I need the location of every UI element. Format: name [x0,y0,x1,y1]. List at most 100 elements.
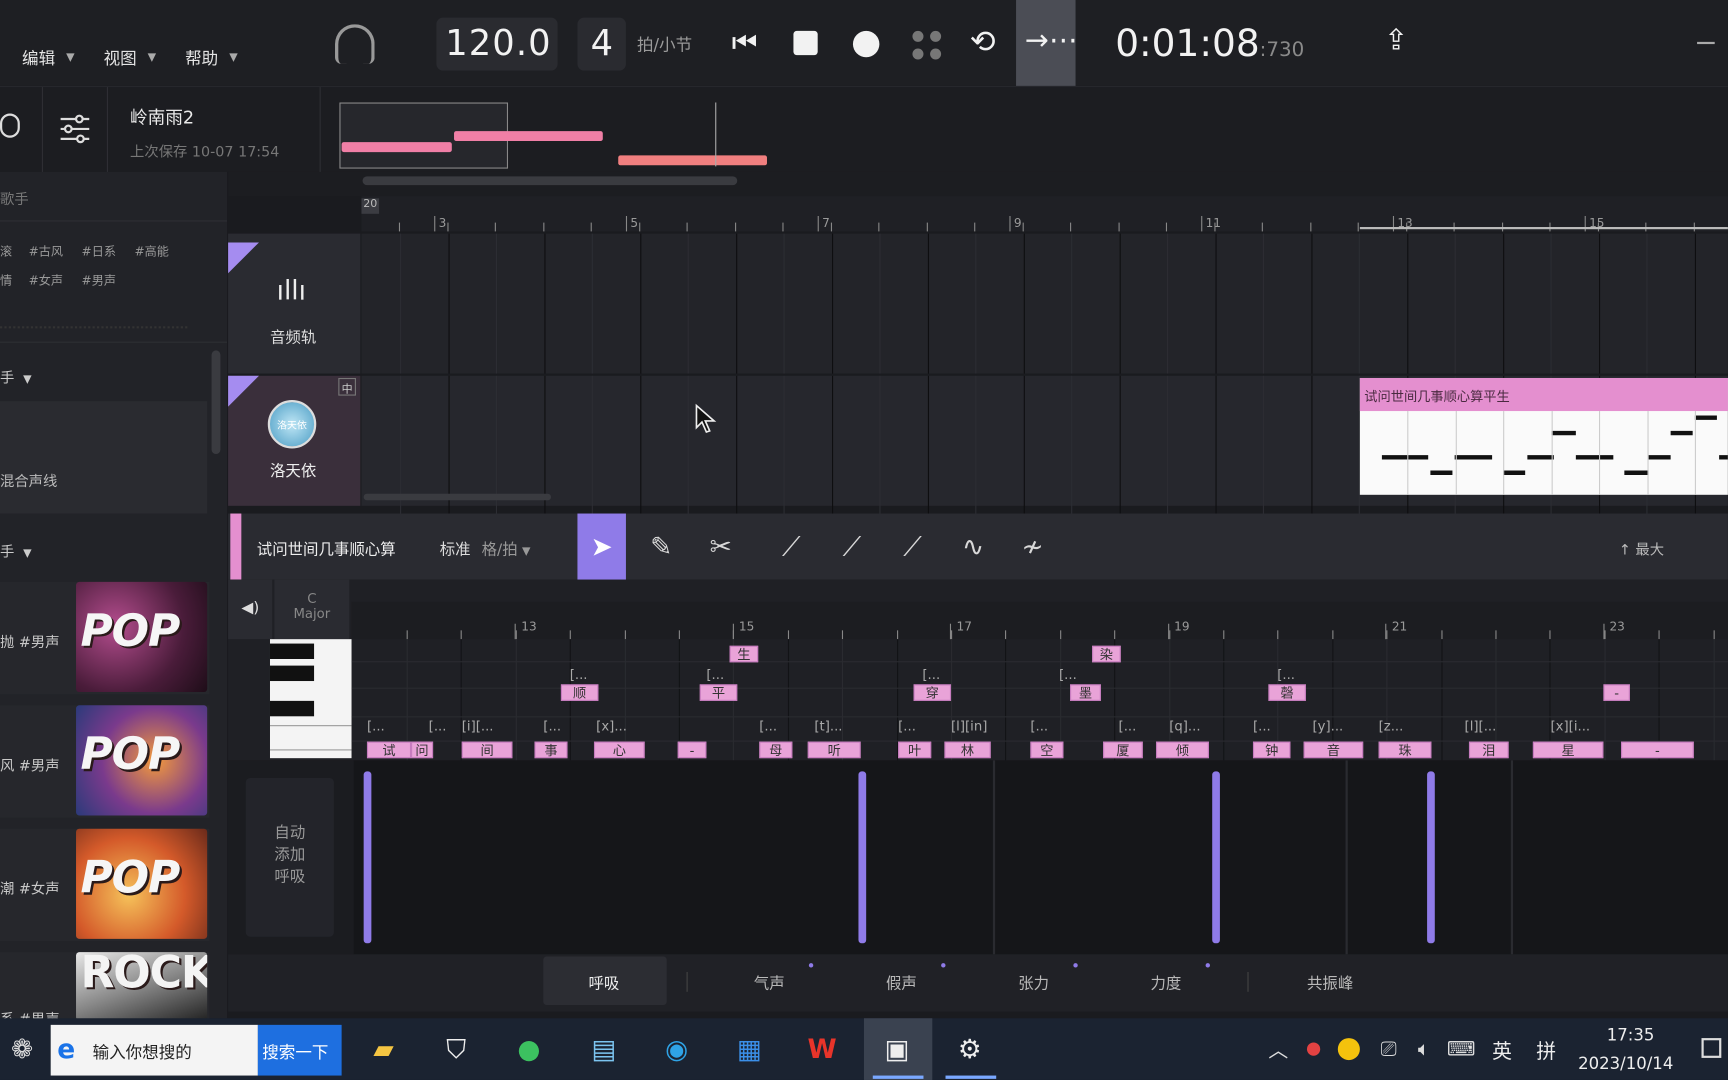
mix-voice-card[interactable]: 混合声线 [0,401,208,514]
note[interactable]: 泪 [1468,741,1509,759]
note[interactable]: 钟 [1252,741,1291,759]
note[interactable]: 穿 [913,684,952,701]
pencil-tool-icon[interactable]: ✎ [637,514,685,580]
timeline-ruler[interactable]: 20 3579111315 [361,196,1728,232]
clock-time[interactable]: 17:35 [1607,1025,1655,1045]
menu-view[interactable]: 视图 ▼ [104,46,157,69]
wps-icon[interactable]: W [800,1027,844,1071]
tag[interactable]: #高能 [134,242,168,260]
note[interactable]: 倾 [1155,741,1209,759]
transition-tool-icon[interactable]: ≁ [1008,514,1056,580]
singer-card[interactable]: 风 #男声 POP [0,705,210,818]
tab-energy[interactable]: 力度 [1150,972,1181,994]
tab-falsetto[interactable]: 假声 [886,972,917,994]
black-key[interactable] [269,700,315,717]
singer-card[interactable]: 抛 #男声 POP [0,581,210,695]
tag[interactable]: #古风 [29,242,63,260]
auto-breath-button[interactable]: 自动 添加 呼吸 [245,778,334,937]
vibrato-tool-icon[interactable]: ∿ [949,514,997,580]
menu-edit[interactable]: 编辑 ▼ [22,46,75,69]
singer-track-header[interactable]: 中 洛天依 洛天依 [228,375,361,506]
pitch-draw-tool-icon[interactable]: ⟋ [767,514,815,580]
edge-icon[interactable]: ◉ [655,1027,699,1071]
record-indicator-icon[interactable] [1306,1042,1321,1056]
metronome-dots-icon[interactable] [910,29,943,62]
start-icon[interactable]: ❁ [0,1027,44,1071]
note[interactable]: 事 [534,741,568,759]
breath-marker[interactable] [858,771,867,944]
pitch-eraser-tool-icon[interactable]: ⟋ [888,514,936,580]
file-explorer-icon[interactable]: ▰ [361,1027,405,1071]
notification-icon[interactable] [1701,1038,1722,1058]
search-button[interactable]: 搜索一下 [257,1024,342,1076]
note[interactable]: 生 [729,645,759,663]
note[interactable]: 叶 [898,741,932,759]
mode-select[interactable]: 标准 [440,538,471,560]
note[interactable]: 磬 [1268,684,1306,701]
note[interactable]: - [1603,684,1630,701]
tag[interactable]: #男声 [82,271,116,289]
tab-tension[interactable]: 张力 [1018,972,1049,994]
maximize-button[interactable]: ↑ 最大 [1619,538,1664,559]
mute-button[interactable]: ◀) [228,579,273,640]
piano-roll-ruler[interactable]: 13 15 17 19 21 23 [351,601,1728,640]
note[interactable]: 音 [1303,741,1364,759]
singer-card[interactable]: 潮 #女声 POP [0,828,210,942]
singer-card[interactable]: 系 #男声 ROCK [0,952,210,1028]
note[interactable]: 墨 [1070,684,1101,701]
breath-marker[interactable] [363,771,372,944]
note[interactable]: - [677,741,707,759]
key-scale-display[interactable]: C Major [274,579,350,640]
sidebar-scrollbar[interactable] [211,350,221,455]
black-key[interactable] [269,665,315,682]
tag[interactable]: 滚 [0,242,12,260]
vocal-clip[interactable]: 试问世间几事顺心算平生 [1359,377,1728,495]
tempo-box[interactable]: 120.0 [436,17,558,71]
game-icon[interactable]: ⚙ [948,1027,992,1071]
note[interactable]: 厦 [1103,741,1143,759]
black-key[interactable] [269,643,315,659]
beats-box[interactable]: 4 [577,17,626,71]
note[interactable]: 试 [366,741,412,759]
note[interactable]: 染 [1092,645,1121,663]
pitch-edit-tool-icon[interactable]: ⟋ [828,514,876,580]
tab-formant[interactable]: 共振峰 [1307,972,1353,994]
follow-playhead-button[interactable]: →⋯ [1016,0,1078,86]
folder-icon[interactable]: ▤ [582,1027,626,1071]
note[interactable]: 林 [944,741,991,759]
audio-track-header[interactable]: ıllı 音频轨 [228,233,361,374]
tray-expand-icon[interactable]: ︿ [1256,1027,1300,1071]
ime-language[interactable]: 英 [1492,1036,1512,1065]
track-scrollbar[interactable] [363,493,551,501]
grid-select[interactable]: 格/拍 ▼ [482,538,531,560]
minimize-icon[interactable] [1697,41,1715,45]
piano-keyboard[interactable] [269,639,352,759]
tab-airy[interactable]: 气声 [754,972,785,994]
note[interactable]: 心 [593,741,645,759]
note[interactable]: 平 [699,684,738,701]
clock-date[interactable]: 2023/10/14 [1578,1054,1673,1074]
note[interactable]: 听 [807,741,861,759]
parameter-lane[interactable]: 自动 添加 呼吸 [228,760,1728,955]
loop-icon[interactable]: ⟲ [970,26,996,57]
note[interactable]: 星 [1532,741,1604,759]
note[interactable]: 珠 [1378,741,1432,759]
audio-track-lane[interactable] [361,233,1728,374]
section-toggle[interactable]: 手 ▼ [0,366,32,387]
tag[interactable]: 情 [0,271,12,289]
tray-app-icon[interactable] [1337,1038,1360,1061]
horizontal-scrollbar[interactable] [362,176,738,186]
headphones-icon[interactable] [335,24,375,64]
note[interactable]: - [1621,741,1694,759]
note[interactable]: 顺 [560,684,599,701]
note[interactable]: 问 [411,741,434,759]
keyboard-icon[interactable]: ⌨ [1439,1027,1483,1071]
breath-curve-area[interactable] [353,760,1728,955]
breath-marker[interactable] [1427,771,1435,944]
note[interactable]: 空 [1030,741,1064,759]
export-icon[interactable]: ⇪ [1384,26,1408,55]
note[interactable]: 母 [759,741,793,759]
wechat-icon[interactable]: ● [507,1027,551,1071]
tag[interactable]: #日系 [82,242,116,260]
shield-icon[interactable]: ⛉ [434,1027,478,1071]
